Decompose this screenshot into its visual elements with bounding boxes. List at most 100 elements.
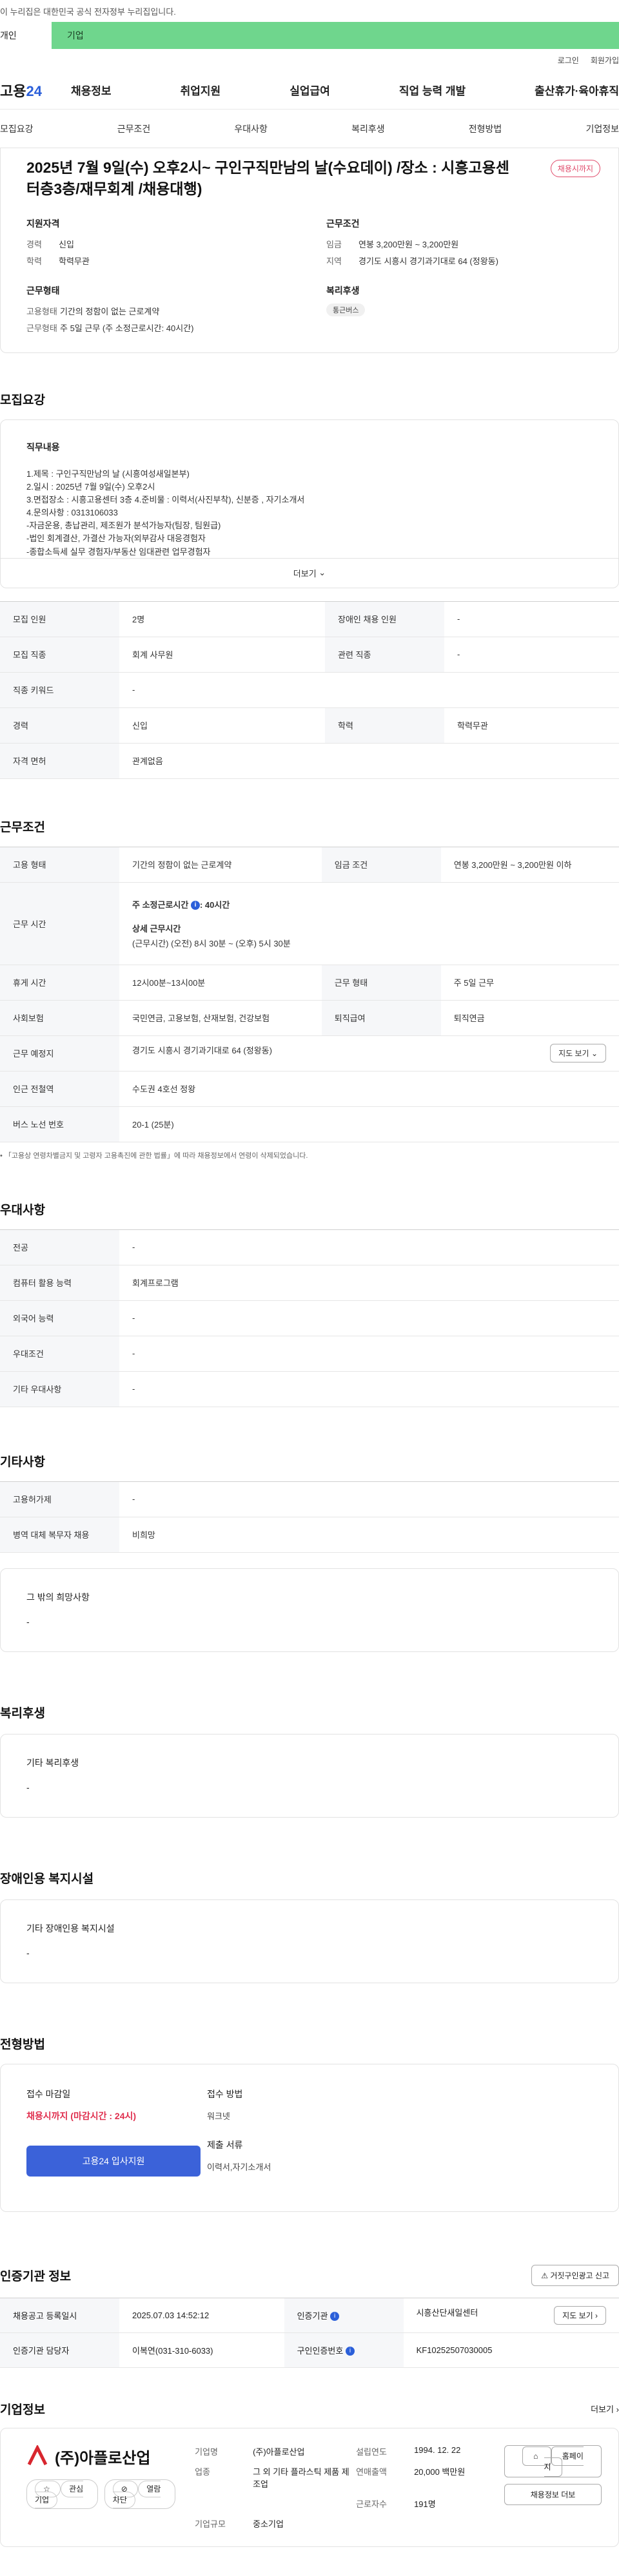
company-section-title: 기업정보	[0, 2403, 45, 2417]
gnb-item-unemployment[interactable]: 실업급여	[290, 82, 330, 98]
job-summary-card: 2025년 7월 9일(수) 오후2시~ 구인구직만남의 날(수요데이) /장소…	[0, 148, 619, 353]
company-logo-name: (주)아플로산업	[55, 2449, 151, 2467]
table-header: 관련 직종	[325, 637, 445, 673]
retirement-value: 퇴직연금	[440, 1000, 619, 1036]
subnav-pref[interactable]: 우대사항	[234, 122, 268, 135]
table-header: 전공	[0, 1229, 119, 1265]
welfare-box-title: 기타 복리후생	[26, 1757, 79, 1768]
table-cell: -	[119, 1371, 619, 1407]
table-row: 휴게 시간 12시00분~13시00분 근무 형태 주 5일 근무	[0, 965, 619, 1001]
favorite-button[interactable]: ☆ 관심기업	[26, 2479, 98, 2509]
table-cell: 시흥산단새일센터 지도 보기 ›	[403, 2297, 619, 2333]
other-jobs-button[interactable]: 채용정보 더보	[504, 2483, 602, 2505]
util-bar: 로그인 회원가입	[0, 49, 619, 71]
block-button[interactable]: ⊘ 열람차단	[104, 2479, 176, 2509]
info-label	[195, 2497, 253, 2510]
table-header: 채용공고 등록일시	[0, 2297, 119, 2333]
gnb-item-training[interactable]: 직업 능력 개발	[399, 82, 466, 98]
cert-no-label: 구인인증번호	[297, 2345, 344, 2356]
info-icon[interactable]: i	[190, 901, 200, 910]
hours-detail-title: 상세 근무시간	[132, 923, 181, 934]
table-header: 모집 인원	[0, 601, 119, 637]
location-cell: 경기도 시흥시 경기과기대로 64 (정왕동) 지도 보기 ⌄	[119, 1035, 619, 1072]
method-label: 접수 방법	[207, 2088, 243, 2099]
table-row: 인근 전철역 수도권 4호선 정왕	[0, 1071, 619, 1107]
subnav-work[interactable]: 근무조건	[117, 122, 151, 135]
report-button[interactable]: ⚠ 거짓구인광고 신고	[531, 2264, 619, 2286]
emp-type-label: 고용 형태	[0, 846, 119, 883]
info-icon[interactable]: i	[330, 2312, 340, 2321]
table-cell: 이복연(031-310-6033)	[119, 2332, 284, 2368]
company-more-link[interactable]: 더보기 ›	[591, 2403, 619, 2415]
info-value: 20,000 백만원	[414, 2466, 466, 2477]
gnb-item-support[interactable]: 취업지원	[181, 82, 221, 98]
login-link[interactable]: 로그인	[558, 55, 579, 66]
table-cell: 비희망	[119, 1517, 619, 1553]
subnav-company[interactable]: 기업정보	[585, 122, 619, 135]
gnb-menu: 채용정보 취업지원 실업급여 직업 능력 개발 출산휴가·육아휴직	[71, 82, 619, 98]
cond-heading: 근무조건	[326, 218, 360, 229]
hours-label: 근무 시간	[0, 882, 119, 965]
table-cell: -	[119, 1229, 619, 1265]
table-row: 전공 -	[0, 1229, 619, 1265]
job-description-text: 1.제목 : 구인구직만남의 날 (시흥여성새일본부) 2.일시 : 2025년…	[26, 468, 305, 557]
homepage-button[interactable]: ⌂ 홈페이지	[504, 2445, 602, 2477]
info-label	[356, 2517, 414, 2530]
logo-text: 고용	[0, 82, 26, 99]
company-side-buttons: ⌂ 홈페이지 채용정보 더보	[504, 2445, 602, 2505]
logo-number: 24	[26, 82, 42, 99]
join-link[interactable]: 회원가입	[591, 55, 619, 66]
process-section-title: 전형방법	[0, 2037, 45, 2052]
age-note: • 「고용상 연령차별금지 및 고령자 고용촉진에 관한 법률」에 따라 채용정…	[0, 1151, 308, 1160]
info-value: (주)아플로산업	[253, 2446, 305, 2457]
cert-map-button[interactable]: 지도 보기 ›	[554, 2305, 606, 2325]
cond-region-label: 지역	[326, 256, 342, 266]
gnb: 고용24 채용정보 취업지원 실업급여 직업 능력 개발 출산휴가·육아휴직	[0, 71, 619, 110]
table-header: 구인인증번호 i	[284, 2332, 404, 2368]
table-row: 고용 형태 기간의 정함이 없는 근로계약 임금 조건 연봉 3,200만원 ~ 3,…	[0, 846, 619, 883]
more-button[interactable]: 더보기 ⌄	[1, 557, 618, 588]
tab-personal[interactable]: 개인	[0, 22, 52, 49]
welfare-pill: 통근버스	[326, 303, 366, 316]
table-cell: 신입	[119, 707, 326, 744]
qual-edu-value: 학력무관	[59, 256, 90, 266]
subnav-welfare[interactable]: 복리후생	[351, 122, 385, 135]
apply-button[interactable]: 고용24 입사지원	[26, 2145, 201, 2177]
cert-org-label: 인증기관	[297, 2311, 328, 2321]
subnav-process[interactable]: 전형방법	[469, 122, 502, 135]
table-row: 경력 신입 학력 학력무관	[0, 707, 619, 744]
chevron-right-icon: ›	[616, 2404, 619, 2414]
qual-career-label: 경력	[26, 239, 42, 249]
table-row: 인증기관 담당자 이복연(031-310-6033) 구인인증번호 i KF10252…	[0, 2332, 619, 2368]
info-value: 중소기업	[253, 2519, 284, 2529]
chevron-right-icon: ›	[595, 2311, 598, 2320]
subnav-recruit[interactable]: 모집요강	[0, 122, 34, 135]
table-cell: 회계 사무원	[119, 637, 326, 673]
shift-value: 주 5일 근무	[440, 965, 619, 1001]
table-row: 기타 우대사항 -	[0, 1371, 619, 1407]
logo[interactable]: 고용24	[0, 80, 71, 101]
table-header: 인증기관 i	[284, 2297, 404, 2333]
gnb-item-leave[interactable]: 출산휴가·육아휴직	[535, 82, 619, 98]
hope-title: 그 밖의 희망사항	[26, 1591, 90, 1602]
emp-type-value: 기간의 정함이 없는 근로계약	[119, 846, 322, 883]
tab-company[interactable]: 기업	[52, 22, 619, 49]
table-header: 직종 키워드	[0, 672, 119, 708]
company-info: 기업명 (주)아플로산업 설립연도 1994. 12. 22 업종 그 외 기타 플라스…	[195, 2445, 504, 2530]
job-title: 2025년 7월 9일(수) 오후2시~ 구인구직만남의 날(수요데이) /장소…	[26, 159, 509, 198]
table-row: 채용공고 등록일시 2025.07.03 14:52:12 인증기관 i 시흥산단새일…	[0, 2297, 619, 2333]
table-row: 사회보험 국민연금, 고용보험, 산재보험, 건강보험 퇴직급여 퇴직연금	[0, 1000, 619, 1036]
gnb-item-jobs[interactable]: 채용정보	[71, 82, 112, 98]
weekly-hours-label: 주 소정근로시간	[132, 899, 189, 910]
table-row: 직종 키워드 -	[0, 672, 619, 708]
pref-table: 전공 - 컴퓨터 활용 능력 회계프로그램 외국어 능력 - 우대조건 - 기타 우대사…	[0, 1229, 619, 1407]
etc-table: 고용허가제 - 병역 대체 복무자 채용 비희망	[0, 1481, 619, 1553]
map-button[interactable]: 지도 보기 ⌄	[550, 1044, 606, 1063]
deadline-value: 채용시까지 (마감시간 : 24시)	[26, 2110, 137, 2121]
disab-box-title: 기타 장애인용 복지시설	[26, 1923, 115, 1934]
map-label: 지도 보기	[558, 1049, 589, 1059]
hope-value: -	[26, 1616, 30, 1627]
summary-welfare: 복리후생 통근버스	[326, 284, 600, 337]
info-icon[interactable]: i	[345, 2347, 355, 2356]
type-emp-value: 기간의 정함이 없는 근로계약	[60, 306, 160, 316]
